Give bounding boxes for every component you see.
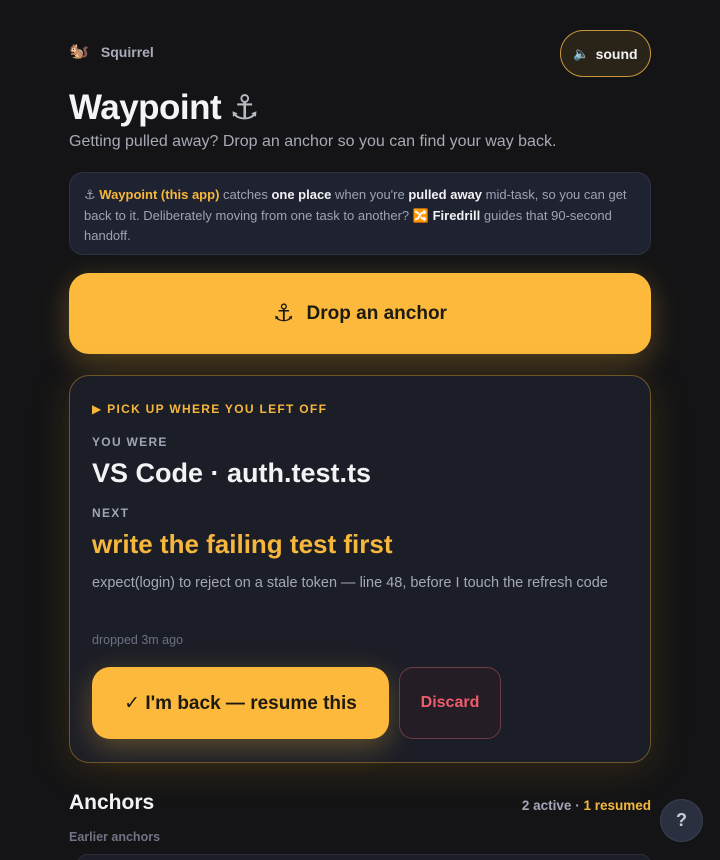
info-text: when you're [331,187,409,202]
info-banner: ⚓ Waypoint (this app) catches one place … [69,172,651,255]
info-app-name: Waypoint (this app) [99,187,220,202]
top-bar: 🐿️ Squirrel 🔈 sound [69,30,651,78]
info-emphasis: one place [271,187,332,202]
next-label: NEXT [92,506,130,520]
you-were-label: YOU WERE [92,435,168,449]
brand: 🐿️ Squirrel [69,42,154,62]
brand-name: Squirrel [100,44,154,60]
drop-anchor-label: Drop an anchor [306,302,447,324]
page-title-text: Waypoint [69,88,222,127]
pickup-heading: ▶ PICK UP WHERE YOU LEFT OFF [92,402,328,416]
count-separator: · [571,798,584,813]
anchor-icon: ⚓ [84,187,96,202]
shuffle-icon: 🔀 [412,207,429,223]
resume-button[interactable]: ✓ I'm back — resume this [92,667,389,739]
sound-toggle-button[interactable]: 🔈 sound [560,30,651,77]
anchors-heading: Anchors [69,791,155,814]
squirrel-icon: 🐿️ [69,43,89,60]
speaker-icon: 🔈 [573,45,590,61]
firedrill-link[interactable]: Firedrill [433,208,481,223]
sound-label: sound [595,45,638,62]
anchor-counts: 2 active · 1 resumed [522,798,651,813]
page-title: Waypoint ⚓ [69,88,260,128]
page-subtitle: Getting pulled away? Drop an anchor so y… [69,133,557,150]
anchor-note: expect(login) to reject on a stale token… [92,575,608,591]
earlier-anchors-label: Earlier anchors [69,830,161,844]
active-count: 2 active [521,798,572,813]
resumed-count: 1 resumed [583,798,651,813]
dropped-timestamp: dropped 3m ago [92,633,184,647]
info-emphasis: pulled away [408,187,483,202]
next-value: write the failing test first [92,529,393,559]
pickup-card: ▶ PICK UP WHERE YOU LEFT OFF YOU WERE VS… [69,375,651,763]
drop-anchor-button[interactable]: ⚓ Drop an anchor [69,273,651,354]
anchor-icon: ⚓ [273,300,295,327]
info-text: catches [219,187,272,202]
help-button[interactable]: ? [660,799,703,842]
anchor-icon: ⚓ [229,89,260,127]
anchor-list-item[interactable] [77,854,651,860]
you-were-value: VS Code · auth.test.ts [92,458,372,488]
discard-button[interactable]: Discard [399,667,501,739]
